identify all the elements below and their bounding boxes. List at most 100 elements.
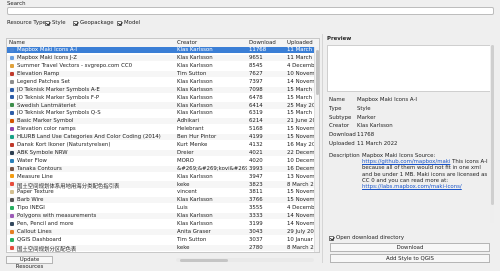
table-row[interactable]: Tanaka Contours &#269;&#269;kovi&#269; 399… (7, 165, 319, 172)
table-row[interactable]: Mapbox Maki Icons A-I Klas Karlsson 11768 1… (7, 47, 319, 54)
table-row[interactable]: JO Teknisk Marker Symbols A-E Klas Karlss… (7, 86, 319, 93)
cell-uploaded: 15 Novemb (287, 134, 315, 141)
resource-thumbnail-icon (10, 150, 14, 155)
cell-download: 6319 (249, 110, 263, 117)
cell-download: 5168 (249, 126, 263, 133)
cell-uploaded: 29 July 202 (287, 228, 315, 235)
cell-creator: Klas Karlsson (177, 197, 213, 204)
scrollbar-thumb[interactable] (180, 258, 228, 262)
table-horizontal-scrollbar[interactable] (176, 258, 314, 262)
cell-download: 9651 (249, 55, 263, 62)
cell-download: 3043 (249, 228, 263, 235)
table-row[interactable]: QGIS Dashboard Tim Sutton 3037 10 Januar (7, 237, 319, 243)
style-checkbox[interactable]: Style (45, 20, 66, 26)
checkbox-check-icon (45, 20, 50, 26)
column-header-download[interactable]: Download (249, 40, 276, 46)
scrollbar-thumb[interactable] (490, 45, 494, 205)
field-label: Name (329, 97, 345, 103)
table-row[interactable]: JO Teknisk Marker Symbols Q-S Klas Karlss… (7, 110, 319, 116)
checkbox-check-icon (73, 20, 78, 26)
table-row[interactable]: Barb Wire Klas Karlsson 3766 15 Novemb (7, 197, 319, 204)
table-row[interactable]: 国土空间规划体系用地用海分类配色指引表 keke 3823 8 March 2 (7, 181, 319, 190)
column-header-uploaded[interactable]: Uploaded (287, 40, 313, 46)
resource-thumbnail-icon (10, 127, 14, 131)
field-label: Download (329, 132, 356, 139)
cell-name: Polygons with measurements (17, 213, 97, 220)
table-row[interactable]: Legend Patches Set Klas Karlsson 7397 14 No… (7, 79, 319, 85)
resources-table[interactable]: Name Creator Download Uploaded Mapbox Ma… (6, 38, 320, 253)
cell-name: Legend Patches Set (17, 78, 71, 85)
table-row[interactable]: Polygons with measurements Klas Karlsson 3… (7, 212, 319, 220)
cell-uploaded: 8 March 20 (287, 244, 315, 251)
table-row[interactable]: Mapbox Maki Icons J-Z Klas Karlsson 9651 11… (7, 54, 319, 62)
scrollbar-thumb[interactable] (316, 50, 319, 95)
panel-splitter[interactable] (322, 34, 323, 263)
field-label: Subtype (329, 114, 352, 121)
cell-download: 8545 (249, 63, 263, 70)
cell-uploaded: 10 Januar (287, 236, 313, 243)
field-value: 11 March 2022 (357, 141, 398, 147)
cell-download: 3333 (249, 213, 263, 220)
table-row[interactable]: Dansk Kort Ikoner (Naturstyrelsen) Kurt M… (7, 142, 319, 148)
cell-name: JO Teknisk Marker Symbols A-E (17, 86, 100, 93)
geopackage-checkbox[interactable]: Geopackage (73, 20, 114, 26)
table-row[interactable]: Basic Marker Symbol Adhikari 6214 21 June 2… (7, 118, 319, 125)
cell-download: 7397 (249, 78, 263, 85)
table-row[interactable]: Elevation color ramps Helebrant 5168 15 Nov… (7, 126, 319, 132)
description-text: Mapbox Maki Icons Source: https://github… (362, 153, 488, 191)
cell-creator: Klas Karlsson (177, 221, 213, 228)
table-row[interactable]: Callout Lines Anita Graser 3043 29 July 202 (7, 228, 319, 236)
cell-creator: Adhikari (177, 118, 199, 125)
model-checkbox[interactable]: Model (117, 20, 140, 26)
table-row[interactable]: Water Flow MORO 4020 10 Decemb (7, 158, 319, 164)
cell-creator: Dreier (177, 149, 194, 156)
cell-name: Mapbox Maki Icons A-I (17, 47, 78, 54)
cell-creator: Luis (177, 205, 188, 212)
table-row[interactable]: JO Teknisk Marker Symbols F-P Klas Karlss… (7, 94, 319, 101)
maki-github-link[interactable]: https://github.com/mapbox/maki (362, 159, 450, 165)
cell-uploaded: 15 March 2 (287, 86, 315, 93)
cell-download: 3555 (249, 205, 263, 212)
cell-uploaded: 21 June 202 (287, 118, 315, 125)
cell-name: Basic Marker Symbol (17, 118, 74, 125)
table-row[interactable]: Swedish Lantmäteriet Klas Karlsson 6414 25 … (7, 102, 319, 109)
resource-thumbnail-icon (10, 158, 14, 163)
column-header-name[interactable]: Name (9, 40, 25, 46)
table-row[interactable]: ABK Symbole NRW Dreier 4021 22 Decemb (7, 149, 319, 157)
cell-download: 7098 (249, 86, 263, 93)
table-row[interactable]: Elevation Ramp Tim Sutton 7627 10 Novemb (7, 70, 319, 78)
checkbox-check-icon (117, 20, 122, 26)
cell-creator: Klas Karlsson (177, 86, 213, 93)
open-download-directory-checkbox[interactable]: Open download directory (329, 235, 404, 241)
table-row[interactable]: Pen, Pencil and more Klas Karlsson 3199 14 … (7, 221, 319, 227)
add-style-button[interactable]: Add Style to QGIS (330, 254, 490, 263)
table-row[interactable]: Summer Travel Vectors - svgrepo.com CC0 K… (7, 63, 319, 69)
cell-name: Barb Wire (17, 197, 44, 204)
cell-creator: Ben Hur Pintor (177, 134, 217, 141)
column-header-creator[interactable]: Creator (177, 40, 197, 46)
search-input[interactable] (7, 7, 494, 15)
table-row[interactable]: HLURB Land Use Categories And Color Codi… (7, 133, 319, 141)
table-vertical-scrollbar[interactable] (314, 47, 319, 252)
cell-name: Callout Lines (17, 228, 52, 235)
cell-name: Paper Texture (17, 189, 54, 196)
preview-scrollbar[interactable] (490, 45, 494, 223)
cell-name: Mapbox Maki Icons J-Z (17, 55, 77, 62)
resource-thumbnail-icon (10, 63, 14, 68)
cell-creator: Klas Karlsson (177, 47, 213, 54)
maki-icons-link[interactable]: https://labs.mapbox.com/maki-icons/ (362, 184, 462, 190)
cell-download: 3811 (249, 189, 263, 196)
cell-download: 6414 (249, 102, 263, 109)
resource-thumbnail-icon (10, 87, 14, 92)
table-row[interactable]: 国土空间规划分区配色表 keke 2780 8 March 20 (7, 244, 319, 252)
table-row[interactable]: Paper Texture vincent 3811 15 Novemb (7, 189, 319, 195)
description-label: Description (329, 153, 360, 159)
table-row[interactable]: Measure Line Klas Karlsson 3947 13 Novemb (7, 173, 319, 180)
table-row[interactable]: Tipo INEGI Luis 3555 4 Decembe (7, 205, 319, 211)
cell-creator: Anita Graser (177, 228, 211, 235)
resource-thumbnail-icon (10, 174, 14, 179)
resource-thumbnail-icon (10, 221, 14, 226)
download-button[interactable]: Download (330, 243, 490, 252)
field-value: 11768 (357, 132, 375, 139)
cell-name: Swedish Lantmäteriet (17, 102, 76, 109)
